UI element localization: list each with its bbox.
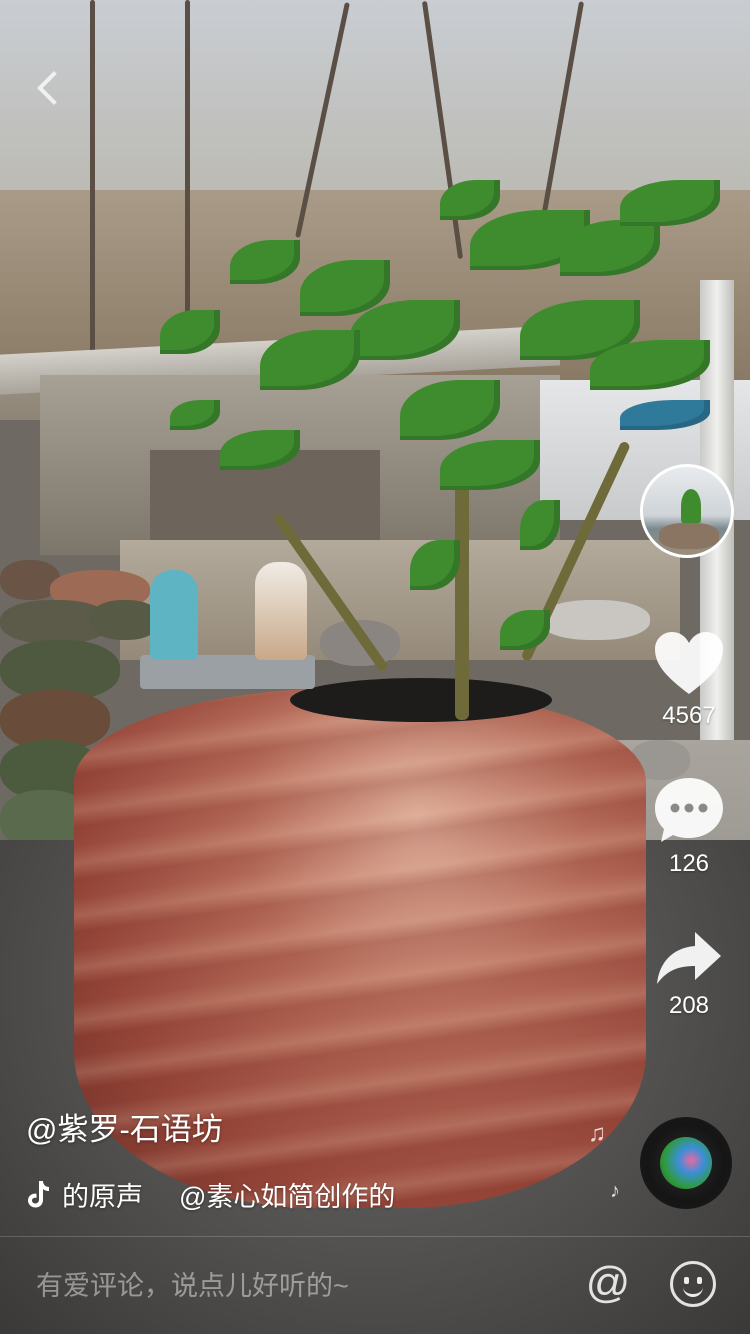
tiktok-note-icon <box>28 1181 49 1208</box>
pot-soil <box>290 678 552 722</box>
share-count: 208 <box>668 992 710 1019</box>
comment-bubble-icon <box>653 776 725 844</box>
figurine-base <box>140 655 315 689</box>
tree-trunk <box>90 0 95 360</box>
music-note-icon: ♫ <box>588 1120 606 1147</box>
creator-avatar[interactable] <box>640 464 734 558</box>
emoji-button[interactable] <box>670 1261 716 1307</box>
tree-trunk <box>185 0 190 330</box>
music-original-label: 的原声 <box>62 1181 143 1212</box>
music-info[interactable]: 的原声 @素心如简创作的 <box>26 1174 401 1214</box>
figurine-white <box>255 562 307 660</box>
plant-stem <box>455 470 469 720</box>
like-count: 4567 <box>662 702 716 729</box>
comment-button[interactable]: 126 <box>634 776 744 878</box>
avatar-stone <box>659 523 719 549</box>
comment-count: 126 <box>668 850 710 877</box>
share-arrow-icon <box>655 930 723 986</box>
comment-bar: @ <box>0 1237 750 1334</box>
music-disc-button[interactable] <box>640 1117 732 1209</box>
music-note-icon: ♪ <box>610 1180 620 1202</box>
back-button[interactable] <box>30 64 71 112</box>
author-name[interactable]: @紫罗-石语坊 <box>26 1104 223 1149</box>
like-button[interactable]: 4567 <box>634 630 744 730</box>
heart-icon <box>653 630 725 696</box>
share-button[interactable]: 208 <box>634 930 744 1020</box>
music-credit: @素心如简创作的 <box>179 1181 396 1212</box>
mention-button[interactable]: @ <box>582 1257 634 1309</box>
disc-artwork <box>660 1137 712 1189</box>
comment-input[interactable] <box>34 1265 558 1307</box>
figurine-blue <box>150 570 198 660</box>
chevron-left-icon <box>37 71 71 105</box>
avatar-plant <box>681 489 701 523</box>
